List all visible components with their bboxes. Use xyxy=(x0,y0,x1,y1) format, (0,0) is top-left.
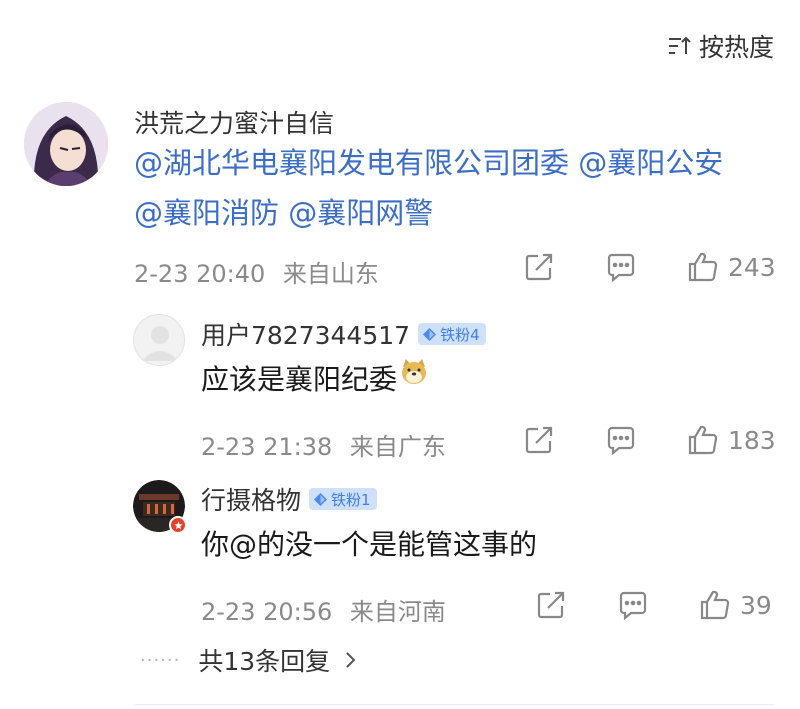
comment-location: 来自山东 xyxy=(282,260,379,288)
mention-link[interactable]: @湖北华电襄阳发电有限公司团委 xyxy=(134,146,569,180)
like-button[interactable]: 183 xyxy=(686,423,776,457)
mention-link[interactable]: @襄阳网警 xyxy=(288,196,433,230)
comment-button[interactable] xyxy=(604,250,638,284)
share-button[interactable] xyxy=(534,588,568,622)
like-button[interactable]: 39 xyxy=(698,588,772,622)
doge-emoji-icon xyxy=(399,353,429,403)
reply-location: 来自河南 xyxy=(349,598,446,626)
comment-icon xyxy=(607,253,635,283)
fan-badge: 铁粉1 xyxy=(309,488,377,510)
reply-location: 来自广东 xyxy=(349,433,446,461)
comment-icon xyxy=(607,426,635,456)
thumbs-up-icon xyxy=(700,590,730,620)
sort-icon xyxy=(668,36,691,54)
share-icon xyxy=(525,426,553,454)
comment-username[interactable]: 洪荒之力蜜汁自信 xyxy=(134,104,334,140)
reply-username[interactable]: 行摄格物 铁粉1 xyxy=(201,481,377,517)
comment-time: 2-23 20:40 xyxy=(134,260,266,288)
view-more-replies-button[interactable]: ······ 共13条回复 xyxy=(140,642,360,678)
mention-link[interactable]: @襄阳消防 xyxy=(134,196,279,230)
comment-button[interactable] xyxy=(616,588,650,622)
like-count: 243 xyxy=(728,252,776,282)
fan-badge: 铁粉4 xyxy=(418,323,486,345)
reply-username[interactable]: 用户7827344517 铁粉4 xyxy=(201,316,486,352)
more-replies-label: 共13条回复 xyxy=(198,647,331,676)
thumbs-up-icon xyxy=(688,425,718,455)
mention-link[interactable]: @襄阳公安 xyxy=(578,146,723,180)
reply-text: 应该是襄阳纪委 xyxy=(201,355,429,406)
diamond-icon xyxy=(314,492,328,506)
comment-icon xyxy=(619,591,647,621)
reply-meta: 2-23 21:38 来自广东 xyxy=(201,427,446,462)
like-count: 39 xyxy=(740,590,772,620)
share-button[interactable] xyxy=(522,250,556,284)
comment-text: @湖北华电襄阳发电有限公司团委 @襄阳公安 @襄阳消防 @襄阳网警 xyxy=(134,138,723,238)
reply-text: 你@的没一个是能管这事的 xyxy=(201,528,538,561)
avatar[interactable] xyxy=(133,314,185,366)
divider xyxy=(135,704,774,705)
reply-time: 2-23 20:56 xyxy=(201,598,333,626)
diamond-icon xyxy=(423,327,437,341)
like-button[interactable]: 243 xyxy=(686,250,776,284)
avatar[interactable] xyxy=(24,102,108,186)
sort-label: 按热度 xyxy=(698,33,774,62)
like-count: 183 xyxy=(728,425,776,455)
dots-separator: ······ xyxy=(140,649,181,671)
share-icon xyxy=(525,253,553,281)
reply-meta: 2-23 20:56 来自河南 xyxy=(201,592,446,627)
verified-badge-icon xyxy=(169,516,187,534)
comment-meta: 2-23 20:40 来自山东 xyxy=(134,254,379,289)
chevron-right-icon xyxy=(346,652,356,668)
share-icon xyxy=(537,591,565,619)
share-button[interactable] xyxy=(522,423,556,457)
thumbs-up-icon xyxy=(688,252,718,282)
comment-button[interactable] xyxy=(604,423,638,457)
avatar[interactable] xyxy=(133,480,187,534)
sort-by-hot-button[interactable]: 按热度 xyxy=(667,28,774,64)
reply-time: 2-23 21:38 xyxy=(201,433,333,461)
